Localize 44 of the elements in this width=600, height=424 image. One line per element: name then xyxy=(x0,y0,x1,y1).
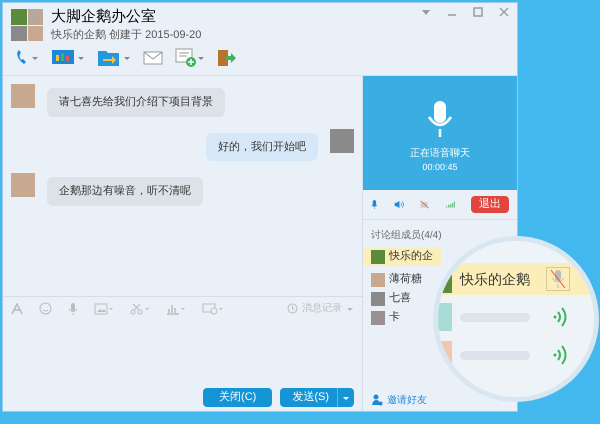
member-item[interactable]: 快乐的企 xyxy=(363,247,441,266)
member-name: 七喜 xyxy=(389,291,411,306)
member-name: 快乐的企 xyxy=(389,249,433,264)
members-header: 讨论组成员(4/4) xyxy=(370,228,443,243)
dropdown-icon[interactable] xyxy=(421,7,431,17)
signal-icon xyxy=(446,200,456,209)
image-icon[interactable] xyxy=(94,302,114,314)
member-item[interactable]: 薄荷糖 xyxy=(363,270,430,289)
message-bubble: 好的，我们开始吧 xyxy=(206,132,318,161)
camera-off-icon[interactable] xyxy=(420,198,430,211)
microphone-icon[interactable] xyxy=(68,302,78,316)
exit-door-icon[interactable] xyxy=(217,48,237,66)
member-name: 快乐的企鹅 xyxy=(460,270,531,288)
mail-icon[interactable] xyxy=(143,50,163,66)
member-item[interactable]: 七喜 xyxy=(363,289,419,308)
chart-icon[interactable] xyxy=(166,302,186,314)
font-icon[interactable] xyxy=(11,302,23,314)
scissors-icon[interactable] xyxy=(130,302,150,314)
phone-icon[interactable] xyxy=(15,48,39,66)
screen-share-icon[interactable] xyxy=(51,48,85,66)
muted-microphone-icon[interactable] xyxy=(546,267,570,291)
call-timer: 00:00:45 xyxy=(422,161,458,174)
window-title: 大脚企鹅办公室 xyxy=(51,7,157,27)
message-bubble: 企鹅那边有噪音，听不清呢 xyxy=(47,177,203,206)
add-note-icon[interactable] xyxy=(175,48,205,68)
member-item[interactable]: 卡 xyxy=(363,308,408,327)
group-avatar xyxy=(11,9,43,42)
smiley-icon[interactable] xyxy=(39,302,52,315)
send-options-button[interactable] xyxy=(337,388,354,407)
maximize-icon[interactable] xyxy=(473,7,483,17)
screenshot-icon[interactable] xyxy=(202,302,224,314)
folder-icon[interactable] xyxy=(97,48,131,66)
member-name: 薄荷糖 xyxy=(389,272,422,288)
speaker-icon[interactable] xyxy=(394,198,404,211)
message-bubble: 请七喜先给我们介绍下项目背景 xyxy=(47,88,225,116)
microphone-icon xyxy=(427,100,453,138)
exit-button[interactable]: 退出 xyxy=(471,196,510,213)
clock-icon xyxy=(287,303,298,314)
add-user-icon xyxy=(371,394,383,406)
close-icon[interactable] xyxy=(499,7,509,17)
voice-status: 正在语音聊天 xyxy=(410,146,470,161)
microphone-icon[interactable] xyxy=(371,197,378,212)
member-name: 卡 xyxy=(389,310,400,326)
group-subtitle: 快乐的企鹅 创建于 2015-09-20 xyxy=(51,28,202,43)
